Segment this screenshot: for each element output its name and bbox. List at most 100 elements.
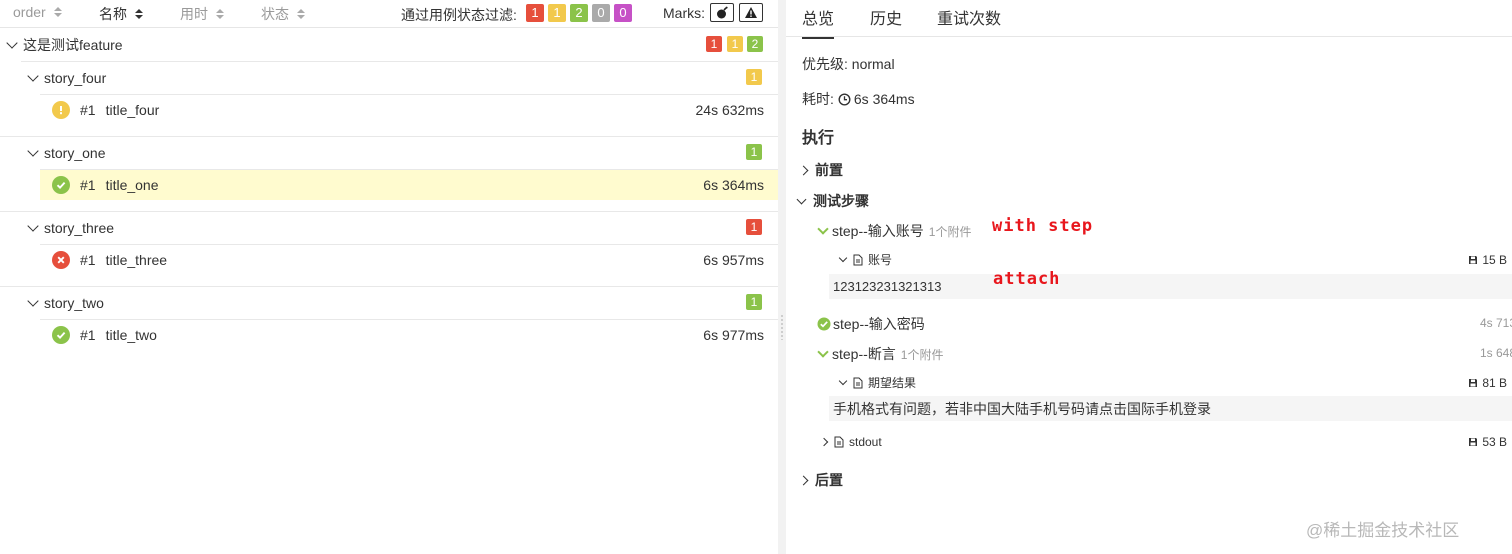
save-icon bbox=[1469, 255, 1478, 264]
passed-status-icon bbox=[52, 176, 70, 194]
filter-passed-toggle[interactable]: 2 bbox=[570, 4, 588, 22]
pane-splitter[interactable] bbox=[778, 0, 786, 554]
test-case-row[interactable]: #1 title_four 24s 632ms bbox=[40, 95, 778, 125]
story-failed-count: 1 bbox=[746, 219, 762, 235]
step-row[interactable]: step--输入密码 bbox=[817, 314, 925, 334]
attachment-size-value: 81 B bbox=[1482, 375, 1507, 390]
attachment-row[interactable]: 期望结果 81 B bbox=[838, 374, 1512, 391]
sort-name-label: 名称 bbox=[99, 6, 127, 22]
flaky-mark-toggle[interactable] bbox=[710, 3, 734, 22]
file-icon bbox=[834, 436, 844, 448]
sort-by-name[interactable]: 名称 bbox=[99, 4, 143, 24]
tab-history[interactable]: 历史 bbox=[870, 5, 902, 37]
case-title: title_three bbox=[105, 252, 168, 268]
duration-label: 耗时: bbox=[802, 91, 834, 107]
sort-by-duration[interactable]: 用时 bbox=[180, 4, 224, 24]
tab-overview[interactable]: 总览 bbox=[802, 5, 835, 39]
case-number: #1 bbox=[80, 252, 96, 268]
clock-icon bbox=[838, 92, 851, 106]
sort-arrows-icon bbox=[297, 9, 305, 19]
test-case-row[interactable]: #1 title_two 6s 977ms bbox=[40, 320, 778, 350]
divider bbox=[21, 61, 778, 62]
status-filter-label: 通过用例状态过滤: bbox=[401, 7, 517, 23]
sort-arrows-icon bbox=[216, 9, 224, 19]
annotation-attach: attach bbox=[993, 269, 1061, 289]
step-name: step--输入密码 bbox=[833, 316, 925, 332]
feature-passed-count: 2 bbox=[747, 36, 763, 52]
story-row-one[interactable]: story_one 1 bbox=[27, 144, 769, 162]
chevron-down-icon bbox=[27, 69, 39, 82]
step-duration: 1s 648 bbox=[1480, 346, 1512, 360]
tab-retries[interactable]: 重试次数 bbox=[937, 5, 1001, 37]
setup-section-toggle[interactable]: 前置 bbox=[798, 160, 843, 180]
feature-failed-count: 1 bbox=[706, 36, 722, 52]
stdout-label: stdout bbox=[849, 435, 882, 449]
watermark: @稀土掘金技术社区 bbox=[1306, 521, 1460, 540]
steps-section-toggle[interactable]: 测试步骤 bbox=[796, 191, 869, 211]
detail-tabs: 总览 历史 重试次数 bbox=[786, 0, 1512, 39]
story-title: story_four bbox=[44, 70, 107, 86]
case-number: #1 bbox=[80, 177, 96, 193]
chevron-down-icon bbox=[796, 194, 807, 204]
filter-failed-toggle[interactable]: 1 bbox=[526, 4, 544, 22]
failed-status-icon bbox=[52, 251, 70, 269]
marks-label: Marks: bbox=[663, 5, 705, 21]
steps-label: 测试步骤 bbox=[813, 193, 869, 209]
case-duration: 24s 632ms bbox=[695, 102, 764, 118]
chevron-right-icon bbox=[798, 165, 809, 175]
sort-by-status[interactable]: 状态 bbox=[261, 4, 305, 24]
file-icon bbox=[853, 254, 863, 265]
attachment-content: 123123231321313 bbox=[829, 274, 1512, 299]
filter-unknown-toggle[interactable]: 0 bbox=[614, 4, 632, 22]
step-attachment-hint: 1个附件 bbox=[928, 224, 972, 239]
step-row[interactable]: step--断言 1个附件 bbox=[817, 344, 944, 364]
test-case-row-selected[interactable]: #1 title_one 6s 364ms bbox=[40, 170, 778, 200]
sort-arrows-icon bbox=[53, 7, 62, 17]
stdout-size-value: 53 B bbox=[1482, 435, 1507, 449]
chevron-down-icon bbox=[838, 376, 848, 386]
step-attachment-hint: 1个附件 bbox=[900, 347, 944, 362]
test-case-row[interactable]: #1 title_three 6s 957ms bbox=[40, 245, 778, 275]
filter-skipped-toggle[interactable]: 0 bbox=[592, 4, 610, 22]
sort-by-order[interactable]: order bbox=[13, 4, 62, 20]
priority-value: normal bbox=[851, 56, 895, 72]
filter-broken-toggle[interactable]: 1 bbox=[548, 4, 566, 22]
case-duration: 6s 977ms bbox=[703, 327, 764, 343]
story-row-four[interactable]: story_four 1 bbox=[27, 69, 769, 87]
bomb-icon bbox=[717, 6, 728, 18]
passed-status-icon bbox=[52, 326, 70, 344]
chevron-right-icon bbox=[819, 437, 829, 447]
annotation-with-step: with step bbox=[992, 216, 1094, 236]
new-failed-mark-toggle[interactable] bbox=[739, 3, 763, 22]
teardown-section-toggle[interactable]: 后置 bbox=[798, 470, 843, 490]
sort-status-label: 状态 bbox=[261, 6, 289, 22]
sort-duration-label: 用时 bbox=[180, 6, 208, 22]
case-title: title_one bbox=[105, 177, 159, 193]
priority-label: 优先级: bbox=[802, 56, 848, 72]
splitter-grip-icon bbox=[781, 314, 783, 340]
feature-row[interactable]: 这是测试feature 1 1 2 bbox=[6, 36, 768, 54]
test-detail-panel: 总览 历史 重试次数 优先级: normal 耗时: 6s 364ms 执行 前… bbox=[786, 0, 1512, 554]
stdout-row[interactable]: stdout 53 B bbox=[819, 435, 1512, 449]
passed-step-icon bbox=[817, 317, 831, 331]
case-duration: 6s 957ms bbox=[703, 252, 764, 268]
duration-value: 6s 364ms bbox=[853, 91, 915, 107]
story-row-two[interactable]: story_two 1 bbox=[27, 294, 769, 312]
step-row[interactable]: step--输入账号 1个附件 bbox=[817, 221, 972, 241]
divider bbox=[0, 136, 778, 137]
story-title: story_two bbox=[44, 295, 104, 311]
attachment-row[interactable]: 账号 15 B bbox=[838, 251, 1512, 268]
sort-order-label: order bbox=[13, 4, 46, 20]
attachment-size: 81 B bbox=[1468, 376, 1507, 390]
chevron-down-icon bbox=[817, 346, 829, 358]
attachment-size: 15 B bbox=[1468, 253, 1507, 267]
tree-toolbar: order 名称 用时 状态 通过用例状态过滤: 1 1 2 0 0 Marks… bbox=[0, 0, 778, 28]
story-passed-count: 1 bbox=[746, 144, 762, 160]
case-duration: 6s 364ms bbox=[703, 177, 764, 193]
story-row-three[interactable]: story_three 1 bbox=[27, 219, 769, 237]
attachment-size-value: 15 B bbox=[1482, 252, 1507, 267]
case-number: #1 bbox=[80, 327, 96, 343]
chevron-down-icon bbox=[27, 294, 39, 307]
teardown-label: 后置 bbox=[815, 472, 843, 488]
stdout-size: 53 B bbox=[1468, 435, 1507, 449]
